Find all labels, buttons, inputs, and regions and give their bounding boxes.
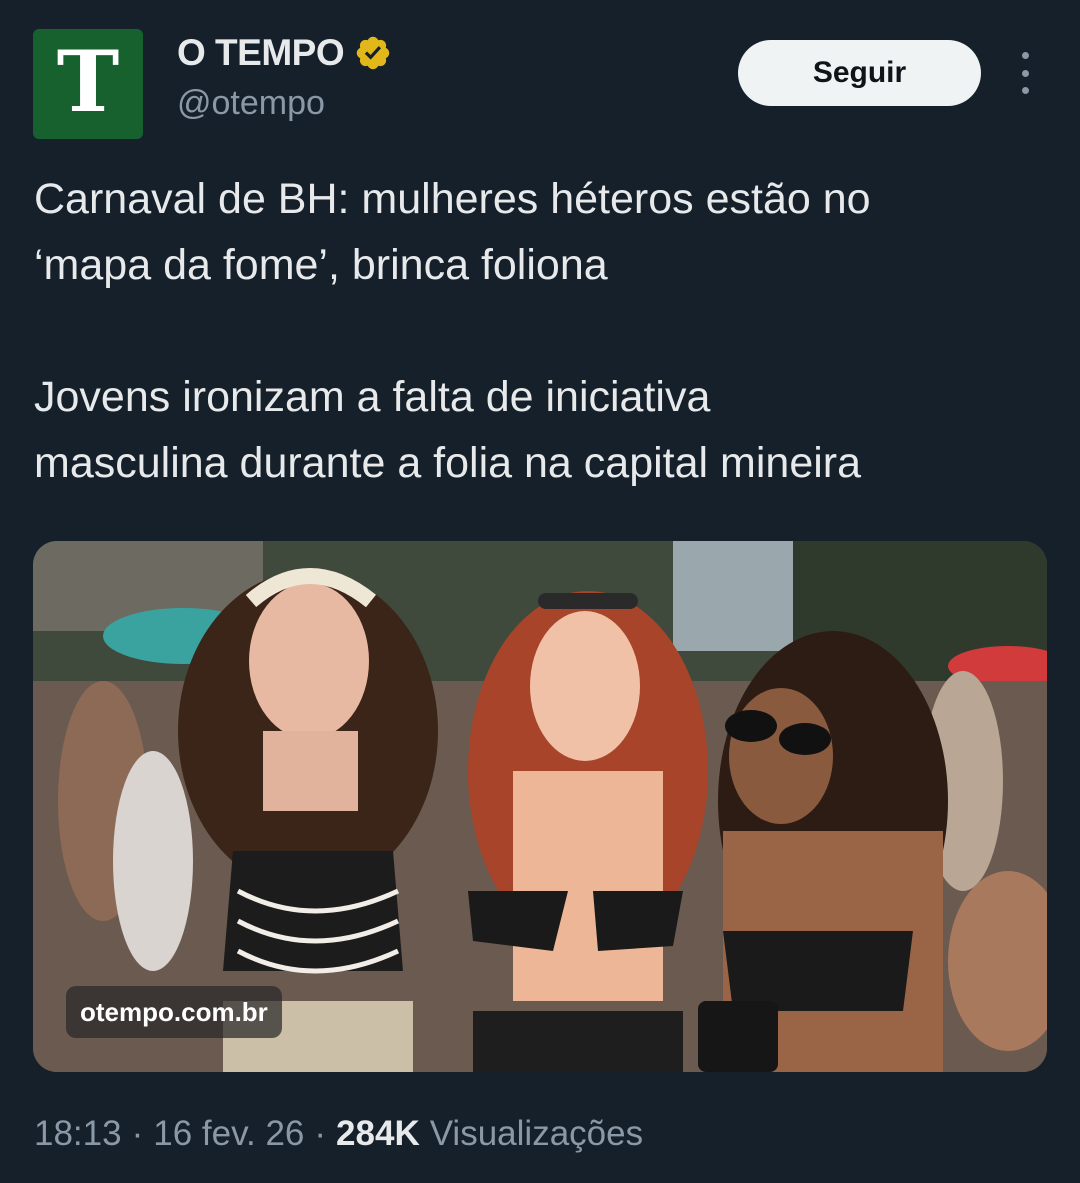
author-avatar[interactable]: T [33,29,143,139]
author-name-row: O TEMPO [177,32,392,74]
avatar-letter: T [56,32,120,131]
tweet-date[interactable]: 16 fev. 26 [153,1114,304,1154]
follow-button[interactable]: Seguir [738,40,981,106]
meta-separator: · [131,1114,144,1153]
media-watermark: otempo.com.br [66,986,282,1038]
author-name[interactable]: O TEMPO [177,32,345,74]
tweet-text: Carnaval de BH: mulheres héteros estão n… [34,175,871,487]
author-handle[interactable]: @otempo [177,84,325,123]
views-count: 284K [336,1114,420,1153]
dot [1021,69,1029,77]
tweet-time[interactable]: 18:13 [34,1114,122,1154]
tweet-meta: 18:13 · 16 fev. 26 · 284K Visualizações [34,1114,643,1154]
verified-badge-icon [356,36,390,70]
meta-separator: · [314,1114,327,1153]
more-vertical-icon[interactable] [1006,52,1044,94]
dot [1021,52,1029,59]
dot [1021,87,1029,94]
views-label: Visualizações [429,1114,644,1153]
